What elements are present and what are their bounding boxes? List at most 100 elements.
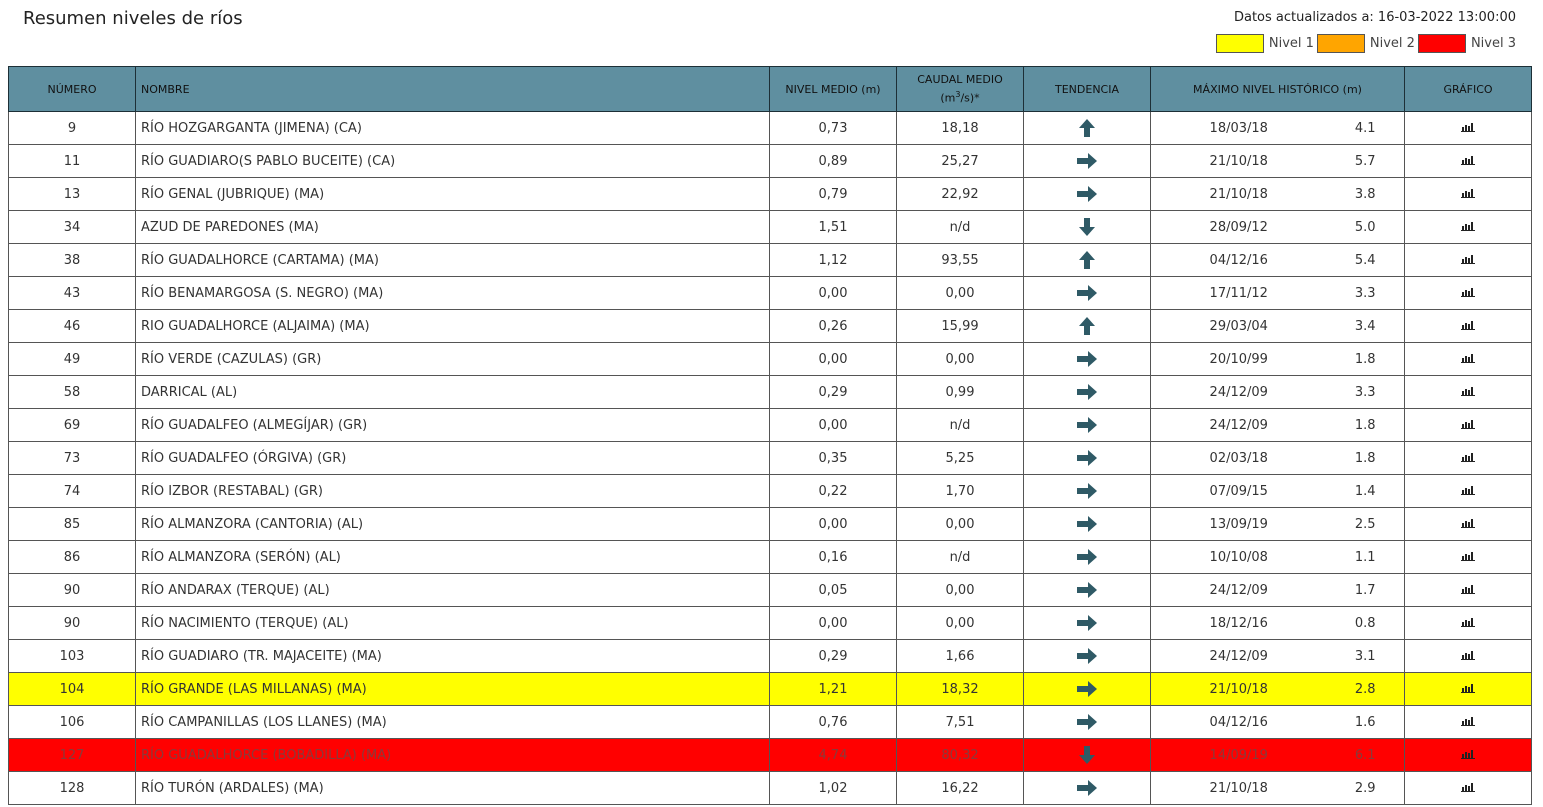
legend-swatch-nivel-2: [1316, 34, 1365, 53]
bar-chart-icon[interactable]: [1461, 154, 1476, 169]
cell-tendencia: [1023, 606, 1151, 640]
cell-grafico: [1404, 177, 1533, 211]
cell-nombre: RÍO GUADALHORCE (CARTAMA) (MA): [135, 243, 770, 277]
cell-fecha-maximo: 24/12/09: [1150, 408, 1327, 442]
cell-nivel-medio: 0,00: [769, 408, 897, 442]
trend-right-arrow-icon: [1077, 582, 1097, 598]
cell-caudal-medio: 0,00: [896, 507, 1024, 541]
trend-up-arrow-icon: [1079, 119, 1095, 137]
cell-caudal-medio: 16,22: [896, 771, 1024, 805]
cell-maximo-nivel: 2.9: [1326, 771, 1406, 805]
trend-right-arrow-icon: [1077, 153, 1097, 169]
cell-nombre: RÍO GRANDE (LAS MILLANAS) (MA): [135, 672, 770, 706]
trend-right-arrow-icon: [1077, 351, 1097, 367]
cell-nivel-medio: 0,29: [769, 639, 897, 673]
cell-nivel-medio: 0,22: [769, 474, 897, 508]
cell-grafico: [1404, 573, 1533, 607]
bar-chart-icon[interactable]: [1461, 286, 1476, 301]
table-row: 49 RÍO VERDE (CAZULAS) (GR) 0,00 0,00 20/10/…: [8, 342, 1533, 376]
cell-nivel-medio: 1,12: [769, 243, 897, 277]
cell-nombre: RÍO HOZGARGANTA (JIMENA) (CA): [135, 111, 770, 145]
cell-nivel-medio: 0,00: [769, 507, 897, 541]
header-tendencia: TENDENCIA: [1023, 66, 1151, 112]
trend-right-arrow-icon: [1077, 780, 1097, 796]
cell-caudal-medio: 18,18: [896, 111, 1024, 145]
cell-maximo-nivel: 3.1: [1326, 639, 1406, 673]
cell-maximo-nivel: 1.7: [1326, 573, 1406, 607]
legend-label-nivel-3: Nivel 3: [1470, 36, 1516, 51]
cell-caudal-medio: 0,00: [896, 606, 1024, 640]
bar-chart-icon[interactable]: [1461, 649, 1476, 664]
table-row: 90 RÍO NACIMIENTO (TERQUE) (AL) 0,00 0,00 18…: [8, 606, 1533, 640]
cell-grafico: [1404, 672, 1533, 706]
header-grafico: GRÁFICO: [1404, 66, 1533, 112]
bar-chart-icon[interactable]: [1461, 748, 1476, 763]
bar-chart-icon[interactable]: [1461, 715, 1476, 730]
table-row: 46 RIO GUADALHORCE (ALJAIMA) (MA) 0,26 15,9…: [8, 309, 1533, 343]
cell-numero: 86: [8, 540, 136, 574]
bar-chart-icon[interactable]: [1461, 550, 1476, 565]
cell-maximo-nivel: 2.8: [1326, 672, 1406, 706]
bar-chart-icon[interactable]: [1461, 451, 1476, 466]
level-legend: Nivel 1 Nivel 2 Nivel 3: [1213, 34, 1516, 53]
bar-chart-icon[interactable]: [1461, 121, 1476, 136]
cell-fecha-maximo: 20/10/99: [1150, 342, 1327, 376]
cell-caudal-medio: n/d: [896, 408, 1024, 442]
cell-nivel-medio: 1,51: [769, 210, 897, 244]
header-caudal-medio: CAUDAL MEDIO (m3/s)*: [896, 66, 1024, 112]
bar-chart-icon[interactable]: [1461, 220, 1476, 235]
cell-nombre: RÍO GUADALFEO (ÓRGIVA) (GR): [135, 441, 770, 475]
cell-nombre: RÍO GENAL (JUBRIQUE) (MA): [135, 177, 770, 211]
bar-chart-icon[interactable]: [1461, 253, 1476, 268]
bar-chart-icon[interactable]: [1461, 682, 1476, 697]
bar-chart-icon[interactable]: [1461, 187, 1476, 202]
cell-grafico: [1404, 342, 1533, 376]
table-row: 43 RÍO BENAMARGOSA (S. NEGRO) (MA) 0,00 0,0…: [8, 276, 1533, 310]
trend-up-arrow-icon: [1079, 251, 1095, 269]
cell-nivel-medio: 0,00: [769, 342, 897, 376]
cell-maximo-nivel: 2.5: [1326, 507, 1406, 541]
bar-chart-icon[interactable]: [1461, 781, 1476, 796]
cell-grafico: [1404, 111, 1533, 145]
cell-caudal-medio: 5,25: [896, 441, 1024, 475]
table-row: 104 RÍO GRANDE (LAS MILLANAS) (MA) 1,21 18,…: [8, 672, 1533, 706]
bar-chart-icon[interactable]: [1461, 352, 1476, 367]
table-row: 11 RÍO GUADIARO(S PABLO BUCEITE) (CA) 0,89…: [8, 144, 1533, 178]
cell-nivel-medio: 0,29: [769, 375, 897, 409]
bar-chart-icon[interactable]: [1461, 484, 1476, 499]
table-row: 103 RÍO GUADIARO (TR. MAJACEITE) (MA) 0,29…: [8, 639, 1533, 673]
bar-chart-icon[interactable]: [1461, 583, 1476, 598]
cell-grafico: [1404, 144, 1533, 178]
table-row: 9 RÍO HOZGARGANTA (JIMENA) (CA) 0,73 18,18 1…: [8, 111, 1533, 145]
cell-fecha-maximo: 10/10/08: [1150, 540, 1327, 574]
cell-grafico: [1404, 309, 1533, 343]
cell-tendencia: [1023, 771, 1151, 805]
cell-numero: 73: [8, 441, 136, 475]
cell-maximo-nivel: 3.8: [1326, 177, 1406, 211]
bar-chart-icon[interactable]: [1461, 616, 1476, 631]
cell-caudal-medio: 15,99: [896, 309, 1024, 343]
cell-tendencia: [1023, 672, 1151, 706]
cell-maximo-nivel: 5.4: [1326, 243, 1406, 277]
table-row: 38 RÍO GUADALHORCE (CARTAMA) (MA) 1,12 93,5…: [8, 243, 1533, 277]
cell-tendencia: [1023, 309, 1151, 343]
trend-up-arrow-icon: [1079, 317, 1095, 335]
bar-chart-icon[interactable]: [1461, 319, 1476, 334]
cell-grafico: [1404, 243, 1533, 277]
cell-grafico: [1404, 738, 1533, 772]
bar-chart-icon[interactable]: [1461, 418, 1476, 433]
cell-numero: 69: [8, 408, 136, 442]
cell-numero: 49: [8, 342, 136, 376]
cell-maximo-nivel: 6.1: [1326, 738, 1406, 772]
cell-caudal-medio: 7,51: [896, 705, 1024, 739]
table-row: 58 DARRICAL (AL) 0,29 0,99 24/12/09 3.3: [8, 375, 1533, 409]
cell-tendencia: [1023, 408, 1151, 442]
cell-nombre: RÍO ANDARAX (TERQUE) (AL): [135, 573, 770, 607]
cell-maximo-nivel: 3.3: [1326, 375, 1406, 409]
bar-chart-icon[interactable]: [1461, 385, 1476, 400]
header-caudal-unit-pre: (m: [940, 91, 956, 105]
cell-nombre: RÍO GUADALFEO (ALMEGÍJAR) (GR): [135, 408, 770, 442]
bar-chart-icon[interactable]: [1461, 517, 1476, 532]
cell-caudal-medio: 1,66: [896, 639, 1024, 673]
cell-fecha-maximo: 04/12/16: [1150, 243, 1327, 277]
